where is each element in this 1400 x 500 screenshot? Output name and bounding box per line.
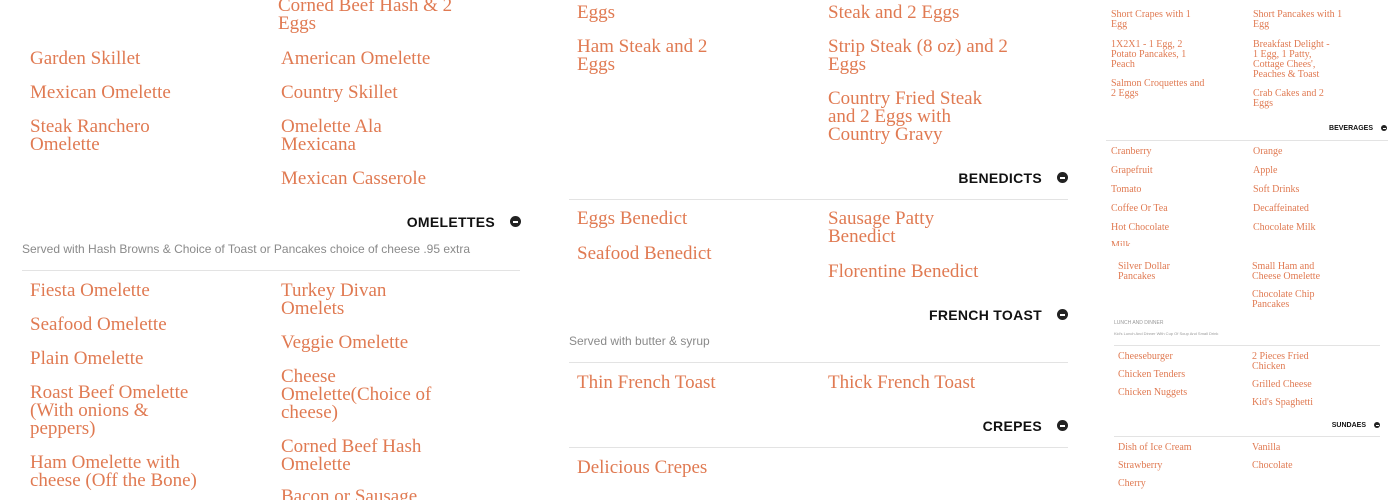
- menu-item[interactable]: Chicken Tenders: [1118, 370, 1238, 380]
- menu-item[interactable]: Grapefruit: [1111, 166, 1241, 176]
- section-note: Served with butter & syrup: [569, 334, 710, 348]
- menu-item[interactable]: Omelette Ala Mexicana: [281, 117, 431, 154]
- menu-item[interactable]: Strip Steak (8 oz) and 2 Eggs: [828, 37, 1008, 74]
- divider: [569, 199, 1068, 200]
- menu-item[interactable]: Salmon Croquettes and 2 Eggs: [1111, 79, 1206, 99]
- menu-item[interactable]: Cheese Omelette(Choice of cheese): [281, 367, 441, 422]
- menu-item[interactable]: Tomato: [1111, 185, 1241, 195]
- menu-item[interactable]: Bacon or Sausage: [281, 487, 481, 500]
- menu-item[interactable]: Seafood Omelette: [30, 315, 230, 334]
- section-title-omelettes: OMELETTES: [406, 214, 495, 230]
- divider: [1114, 436, 1380, 437]
- panel-breakfast-omelettes: Corned Beef Hash & 2 Eggs Garden Skillet…: [0, 0, 540, 500]
- menu-item[interactable]: Chocolate: [1252, 461, 1372, 471]
- menu-item[interactable]: Plain Omelette: [30, 349, 230, 368]
- menu-item[interactable]: Short Crapes with 1 Egg: [1111, 10, 1206, 30]
- section-note: Served with Hash Browns & Choice of Toas…: [22, 242, 471, 256]
- menu-item[interactable]: Country Skillet: [281, 83, 481, 102]
- menu-item[interactable]: Small Ham and Cheese Omelette: [1252, 262, 1332, 282]
- menu-item[interactable]: Thick French Toast: [828, 373, 1028, 392]
- menu-item[interactable]: Steak Ranchero Omelette: [30, 117, 190, 154]
- menu-item[interactable]: American Omelette: [281, 49, 481, 68]
- menu-item[interactable]: Cheeseburger: [1118, 352, 1238, 362]
- menu-item[interactable]: Ham Omelette with cheese (Off the Bone): [30, 453, 210, 490]
- menu-item[interactable]: Eggs: [577, 3, 757, 22]
- collapse-crepes-icon[interactable]: [1057, 420, 1068, 431]
- menu-item[interactable]: Milk: [1111, 241, 1241, 246]
- divider: [1114, 345, 1380, 346]
- divider: [569, 447, 1068, 448]
- section-title-lunch-and-dinner: LUNCH AND DINNER: [1114, 320, 1164, 326]
- menu-item[interactable]: Kid's Spaghetti: [1252, 398, 1372, 408]
- panel-steaks-benedicts: Eggs Ham Steak and 2 Eggs Steak and 2 Eg…: [560, 0, 1090, 500]
- divider: [569, 362, 1068, 363]
- menu-item[interactable]: Mexican Omelette: [30, 83, 230, 102]
- menu-item[interactable]: Ham Steak and 2 Eggs: [577, 37, 727, 74]
- menu-item[interactable]: Breakfast Delight - 1 Egg, 1 Patty, Cott…: [1253, 40, 1333, 80]
- menu-item[interactable]: Delicious Crepes: [577, 458, 777, 477]
- menu-item[interactable]: Sausage Patty Benedict: [828, 209, 958, 246]
- menu-item[interactable]: Florentine Benedict: [828, 262, 1028, 281]
- menu-item[interactable]: Strawberry: [1118, 461, 1238, 471]
- menu-item[interactable]: Grilled Cheese: [1252, 380, 1372, 390]
- section-title-beverages: BEVERAGES: [1329, 125, 1373, 132]
- menu-item[interactable]: Coffee Or Tea: [1111, 204, 1241, 214]
- section-title-sundaes: SUNDAES: [1331, 422, 1366, 429]
- menu-item[interactable]: Steak and 2 Eggs: [828, 3, 1028, 22]
- menu-item[interactable]: Chocolate Milk: [1253, 223, 1383, 233]
- menu-item[interactable]: Mexican Casserole: [281, 169, 481, 188]
- collapse-sundaes-icon[interactable]: [1374, 422, 1380, 428]
- menu-item[interactable]: Silver Dollar Pancakes: [1118, 262, 1188, 282]
- menu-item[interactable]: Crab Cakes and 2 Eggs: [1253, 89, 1343, 109]
- menu-item[interactable]: Corned Beef Hash Omelette: [281, 437, 441, 474]
- collapse-french-toast-icon[interactable]: [1057, 309, 1068, 320]
- menu-item[interactable]: 2 Pieces Fried Chicken: [1252, 352, 1332, 372]
- menu-item[interactable]: Roast Beef Omelette (With onions & peppe…: [30, 383, 210, 438]
- section-title-french-toast: FRENCH TOAST: [928, 307, 1042, 323]
- section-title-crepes: CREPES: [982, 418, 1042, 434]
- menu-item[interactable]: Chocolate Chip Pancakes: [1252, 290, 1332, 310]
- menu-item[interactable]: Eggs Benedict: [577, 209, 777, 228]
- section-note: Kid's Lunch And Dinner With Cup Of Soup …: [1114, 331, 1219, 336]
- divider: [1106, 140, 1388, 141]
- menu-item[interactable]: Garden Skillet: [30, 49, 230, 68]
- menu-item[interactable]: Country Fried Steak and 2 Eggs with Coun…: [828, 89, 998, 144]
- menu-item[interactable]: Fiesta Omelette: [30, 281, 230, 300]
- menu-item[interactable]: Apple: [1253, 166, 1383, 176]
- menu-item[interactable]: Soft Drinks: [1253, 185, 1383, 195]
- menu-item[interactable]: Orange: [1253, 147, 1383, 157]
- menu-item[interactable]: Dish of Ice Cream: [1118, 443, 1238, 453]
- menu-item[interactable]: Hot Chocolate: [1111, 223, 1241, 233]
- menu-item[interactable]: Cranberry: [1111, 147, 1241, 157]
- menu-item[interactable]: Vanilla: [1252, 443, 1372, 453]
- collapse-beverages-icon[interactable]: [1381, 125, 1387, 131]
- menu-item[interactable]: Corned Beef Hash & 2 Eggs: [278, 0, 458, 33]
- menu-item[interactable]: Thin French Toast: [577, 373, 777, 392]
- menu-item[interactable]: Short Pancakes with 1 Egg: [1253, 10, 1348, 30]
- menu-item[interactable]: 1X2X1 - 1 Egg, 2 Potato Pancakes, 1 Peac…: [1111, 40, 1201, 70]
- panel-kids-beverages: Short Crapes with 1 Egg 1X2X1 - 1 Egg, 2…: [1100, 0, 1400, 500]
- menu-item[interactable]: Seafood Benedict: [577, 244, 777, 263]
- menu-item[interactable]: Veggie Omelette: [281, 333, 481, 352]
- menu-item[interactable]: Cherry: [1118, 479, 1238, 489]
- collapse-benedicts-icon[interactable]: [1057, 172, 1068, 183]
- collapse-omelettes-icon[interactable]: [510, 216, 521, 227]
- menu-item[interactable]: Turkey Divan Omelets: [281, 281, 411, 318]
- section-title-benedicts: BENEDICTS: [958, 170, 1042, 186]
- menu-item[interactable]: Decaffeinated: [1253, 204, 1383, 214]
- menu-item[interactable]: Chicken Nuggets: [1118, 388, 1238, 398]
- divider: [22, 270, 520, 271]
